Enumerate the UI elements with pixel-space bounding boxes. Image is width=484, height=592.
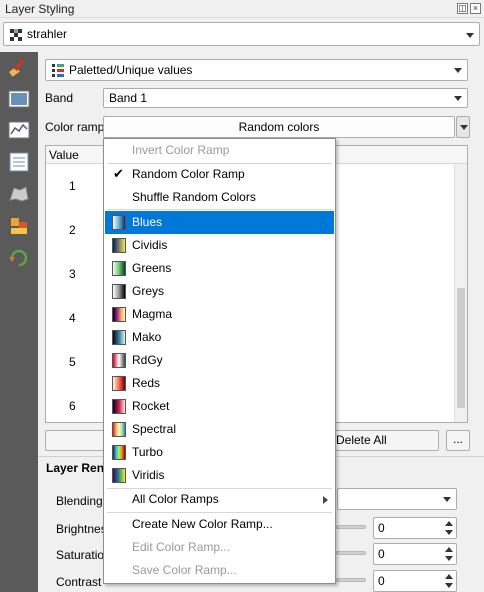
delete-all-button[interactable]: Delete All — [335, 430, 439, 451]
menu-item-invert-color-ramp: Invert Color Ramp — [132, 143, 230, 157]
chevron-down-icon — [443, 497, 451, 502]
chevron-down-icon — [460, 125, 468, 130]
chevron-down-icon — [466, 33, 474, 38]
contrast-value: 0 — [378, 574, 385, 588]
menu-item-random-color-ramp[interactable]: ✔ Random Color Ramp — [105, 163, 334, 186]
layer-name: strahler — [27, 27, 68, 41]
menu-item-all-color-ramps[interactable]: All Color Ramps — [105, 488, 334, 511]
style-sidebar — [0, 52, 38, 592]
panel-titlebar: Layer Styling ◫ × — [0, 0, 484, 18]
band-value: Band 1 — [109, 91, 148, 105]
layer-select[interactable]: strahler — [3, 22, 480, 46]
paletted-renderer-icon — [52, 64, 64, 77]
panel-title: Layer Styling — [5, 2, 75, 16]
table-row[interactable]: 5 — [69, 355, 76, 369]
table-row[interactable]: 2 — [69, 223, 76, 237]
symbology-icon[interactable] — [8, 89, 30, 109]
menu-item-ramp-magma[interactable]: Magma — [105, 303, 334, 326]
greys-ramp-icon — [112, 284, 126, 299]
contrast-label: Contrast — [56, 575, 102, 589]
menu-item-ramp-turbo[interactable]: Turbo — [105, 441, 334, 464]
menu-item-ramp-reds[interactable]: Reds — [105, 372, 334, 395]
menu-separator — [107, 209, 332, 210]
color-ramp-menu: Invert Color Ramp ✔ Random Color Ramp Sh… — [103, 138, 336, 584]
greens-ramp-icon — [112, 261, 126, 276]
histogram-icon[interactable] — [8, 120, 30, 140]
scrollbar-thumb[interactable] — [457, 288, 465, 408]
blues-ramp-icon — [112, 215, 126, 230]
spectral-ramp-icon — [112, 422, 126, 437]
classify-button[interactable] — [45, 430, 105, 451]
float-panel-button[interactable]: ◫ — [457, 3, 468, 14]
menu-item-create-new-color-ramp[interactable]: Create New Color Ramp... — [105, 513, 334, 536]
table-scrollbar[interactable] — [454, 164, 467, 422]
mako-ramp-icon — [112, 330, 126, 345]
spin-up-icon[interactable] — [445, 574, 453, 579]
saturation-slider[interactable] — [336, 551, 366, 555]
table-row[interactable]: 4 — [69, 311, 76, 325]
chevron-right-icon — [323, 496, 328, 504]
rocket-ramp-icon — [112, 399, 126, 414]
band-select[interactable]: Band 1 — [103, 88, 468, 108]
menu-item-ramp-blues[interactable]: Blues — [105, 211, 334, 234]
color-ramp-menu-button[interactable] — [456, 116, 470, 138]
layers-stack-icon[interactable] — [8, 216, 30, 236]
brightness-value: 0 — [378, 521, 385, 535]
table-row[interactable]: 3 — [69, 267, 76, 281]
close-panel-button[interactable]: × — [470, 3, 481, 14]
saturation-value: 0 — [378, 547, 385, 561]
layer-rendering-title: Layer Ren — [46, 461, 105, 475]
menu-item-ramp-mako[interactable]: Mako — [105, 326, 334, 349]
renderer-type-value: Paletted/Unique values — [69, 63, 193, 77]
blending-mode-select[interactable] — [337, 488, 457, 510]
menu-item-edit-color-ramp: Edit Color Ramp... — [132, 540, 231, 554]
history-icon[interactable] — [8, 248, 30, 268]
more-options-button[interactable]: ... — [446, 430, 470, 451]
saturation-spinbox[interactable]: 0 — [373, 543, 457, 565]
menu-item-ramp-viridis[interactable]: Viridis — [105, 464, 334, 487]
chevron-down-icon — [454, 68, 462, 73]
menu-item-shuffle-random-colors[interactable]: Shuffle Random Colors — [105, 186, 334, 209]
turbo-ramp-icon — [112, 445, 126, 460]
spin-down-icon[interactable] — [445, 583, 453, 588]
spin-up-icon[interactable] — [445, 547, 453, 552]
color-ramp-button[interactable]: Random colors — [103, 116, 455, 138]
contrast-slider[interactable] — [336, 578, 366, 582]
menu-item-save-color-ramp: Save Color Ramp... — [132, 563, 237, 577]
spin-down-icon[interactable] — [445, 556, 453, 561]
spin-down-icon[interactable] — [445, 530, 453, 535]
band-label: Band — [45, 91, 74, 105]
map-tiles-icon[interactable] — [8, 184, 30, 204]
table-row[interactable]: 1 — [69, 179, 76, 193]
reds-ramp-icon — [112, 376, 126, 391]
paintbrush-icon[interactable] — [8, 57, 30, 77]
renderer-type-select[interactable]: Paletted/Unique values — [45, 59, 468, 81]
spin-up-icon[interactable] — [445, 521, 453, 526]
menu-item-ramp-cividis[interactable]: Cividis — [105, 234, 334, 257]
chevron-down-icon — [454, 96, 462, 101]
metadata-icon[interactable] — [8, 152, 30, 172]
raster-layer-icon — [10, 29, 22, 41]
table-row[interactable]: 6 — [69, 399, 76, 413]
color-ramp-label: Color ramp — [45, 120, 105, 134]
brightness-spinbox[interactable]: 0 — [373, 517, 457, 539]
rdgy-ramp-icon — [112, 353, 126, 368]
cividis-ramp-icon — [112, 238, 126, 253]
brightness-slider[interactable] — [336, 525, 366, 529]
value-column-header: Value — [49, 148, 79, 162]
menu-item-ramp-rdgy[interactable]: RdGy — [105, 349, 334, 372]
menu-item-ramp-greens[interactable]: Greens — [105, 257, 334, 280]
checkmark-icon: ✔ — [113, 166, 124, 181]
magma-ramp-icon — [112, 307, 126, 322]
contrast-spinbox[interactable]: 0 — [373, 570, 457, 592]
menu-item-ramp-greys[interactable]: Greys — [105, 280, 334, 303]
viridis-ramp-icon — [112, 468, 126, 483]
menu-item-ramp-rocket[interactable]: Rocket — [105, 395, 334, 418]
menu-item-ramp-spectral[interactable]: Spectral — [105, 418, 334, 441]
